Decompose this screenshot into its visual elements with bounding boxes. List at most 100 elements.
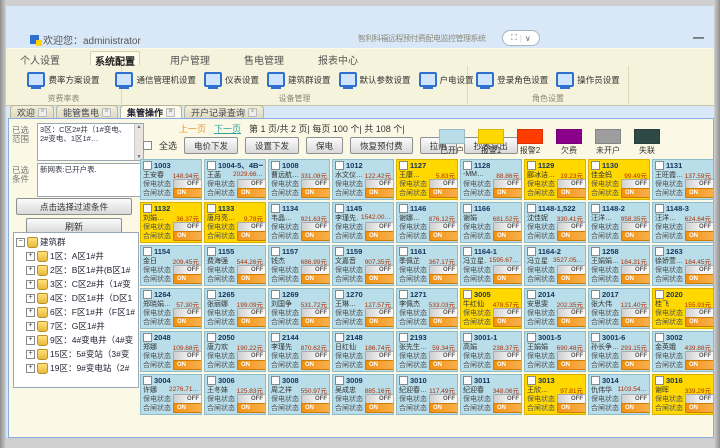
hezha-toggle[interactable]: ON [301, 274, 330, 284]
hezha-toggle[interactable]: ON [301, 231, 330, 241]
close-icon[interactable]: × [248, 108, 257, 117]
tree-root[interactable]: −建筑群 [16, 235, 138, 249]
selected-condition-listbox[interactable]: 新网表:已开户表. [37, 163, 144, 197]
ribbon-button[interactable]: 户电设置 [419, 72, 474, 87]
hezha-toggle[interactable]: ON [621, 317, 650, 327]
expand-icon[interactable]: + [26, 322, 35, 331]
hezha-toggle[interactable]: ON [173, 188, 202, 198]
doc-tab-1[interactable]: 欢迎× [10, 105, 54, 119]
ribbon-button[interactable]: 建筑群设置 [267, 72, 331, 87]
minimize-button[interactable]: — [693, 32, 704, 44]
meter-card[interactable]: 1270王琳…127.57元保电状态OFF合闸状态ON [332, 288, 394, 329]
meter-card[interactable]: 1265张丽娜199.09元保电状态OFF合闸状态ON [204, 288, 266, 329]
doc-tab-3[interactable]: 集管操作× [120, 105, 182, 119]
hezha-toggle[interactable]: ON [429, 188, 458, 198]
scrollbar[interactable]: ▲▼ [134, 124, 143, 160]
tree-item[interactable]: +3区：C区2#井（1#变 [16, 277, 138, 291]
meter-card[interactable]: 3014仇伟华1103.54…保电状态OFF合闸状态ON [588, 374, 650, 415]
hezha-toggle[interactable]: ON [493, 231, 522, 241]
meter-card[interactable]: 2148日红仙186.74元保电状态OFF合闸状态ON [332, 331, 394, 372]
hezha-toggle[interactable]: ON [621, 188, 650, 198]
tree-item[interactable]: +4区：D区1#井（D区1 [16, 291, 138, 305]
meter-card[interactable]: 3013王欣…97.81元保电状态OFF合闸状态ON [524, 374, 586, 415]
tree-item[interactable]: +9区：4#变电井（4#变 [16, 333, 138, 347]
meter-card[interactable]: 3006王冬妹125.83元保电状态OFF合闸状态ON [204, 374, 266, 415]
expand-icon[interactable]: ⛶ [511, 33, 517, 43]
tree-item[interactable]: +7区：G区1#井 [16, 319, 138, 333]
meter-card[interactable]: 1157钱杰686.99元保电状态OFF合闸状态ON [268, 245, 330, 286]
hezha-toggle[interactable]: ON [557, 360, 586, 370]
tree-item[interactable]: +6区：F区1#井（F区1# [16, 305, 138, 319]
ribbon-button[interactable]: 操作员设置 [556, 72, 620, 87]
chevron-down-icon[interactable]: ∨ [525, 34, 531, 43]
ribbon-tab-3[interactable]: 用户管理 [166, 51, 214, 65]
ribbon-tab-4[interactable]: 售电管理 [240, 51, 288, 65]
hezha-toggle[interactable]: ON [557, 231, 586, 241]
ribbon-button[interactable]: 登录角色设置 [476, 72, 548, 87]
hezha-toggle[interactable]: ON [685, 188, 714, 198]
meter-card[interactable]: 1264郑晓娟…57.30元保电状态OFF合闸状态ON [140, 288, 202, 329]
hezha-toggle[interactable]: ON [621, 403, 650, 413]
hezha-toggle[interactable]: ON [621, 360, 650, 370]
meter-card[interactable]: 1127王康…5.83元保电状态OFF合闸状态ON [396, 159, 458, 200]
hezha-toggle[interactable]: ON [365, 274, 394, 284]
ribbon-button[interactable]: 费率方案设置 [27, 72, 99, 87]
meter-card[interactable]: 1155费海强544.26元保电状态OFF合闸状态ON [204, 245, 266, 286]
ribbon-tab-1[interactable]: 个人设置 [16, 51, 64, 65]
meter-card[interactable]: 3016谢晖339.29元保电状态OFF合闸状态ON [652, 374, 714, 415]
hezha-toggle[interactable]: ON [237, 188, 266, 198]
hezha-toggle[interactable]: ON [557, 317, 586, 327]
toolbar-button-4[interactable]: 恢复预付费 [350, 137, 413, 154]
hezha-toggle[interactable]: ON [685, 231, 714, 241]
hezha-toggle[interactable]: ON [365, 403, 394, 413]
hezha-toggle[interactable]: ON [173, 231, 202, 241]
hezha-toggle[interactable]: ON [237, 403, 266, 413]
hezha-toggle[interactable]: ON [493, 317, 522, 327]
tree-item[interactable]: +15区：5#变站（3#变 [16, 347, 138, 361]
hezha-toggle[interactable]: ON [493, 188, 522, 198]
ribbon-button[interactable]: 通信管理机设置 [115, 72, 196, 87]
meter-card[interactable]: 1258王娟娟…184.31元保电状态OFF合闸状态ON [588, 245, 650, 286]
meter-card[interactable]: 1131王旺霞…137.59元保电状态OFF合闸状态ON [652, 159, 714, 200]
hezha-toggle[interactable]: ON [365, 188, 394, 198]
meter-card[interactable]: 3011纪迎春348.06元保电状态OFF合闸状态ON [460, 374, 522, 415]
select-all-checkbox[interactable] [143, 141, 152, 150]
meter-card[interactable]: 1148-3汪洋…624.64元保电状态OFF合闸状态ON [652, 202, 714, 243]
hezha-toggle[interactable]: ON [173, 274, 202, 284]
meter-card[interactable]: 1159文嘉音907.35元保电状态OFF合闸状态ON [332, 245, 394, 286]
hezha-toggle[interactable]: ON [493, 274, 522, 284]
hezha-toggle[interactable]: ON [173, 317, 202, 327]
ribbon-button[interactable]: 默认参数设置 [339, 72, 411, 87]
hezha-toggle[interactable]: ON [237, 317, 266, 327]
hezha-toggle[interactable]: ON [301, 317, 330, 327]
next-page-link[interactable]: 下一页 [214, 122, 241, 135]
hezha-toggle[interactable]: ON [365, 231, 394, 241]
hezha-toggle[interactable]: ON [429, 274, 458, 284]
meter-card[interactable]: 1134韦晶…921.63元保电状态OFF合闸状态ON [268, 202, 330, 243]
meter-card[interactable]: 1012水文仪…122.42元保电状态OFF合闸状态ON [332, 159, 394, 200]
hezha-toggle[interactable]: ON [173, 403, 202, 413]
scroll-up-icon[interactable]: ▲ [137, 124, 142, 130]
meter-card[interactable]: 1269刘国争531.72元保电状态OFF合闸状态ON [268, 288, 330, 329]
close-icon[interactable]: × [102, 108, 111, 117]
hezha-toggle[interactable]: ON [557, 188, 586, 198]
hezha-toggle[interactable]: ON [301, 360, 330, 370]
prev-page-link[interactable]: 上一页 [179, 122, 206, 135]
meter-card[interactable]: 1146谢娜…876.12元保电状态OFF合闸状态ON [396, 202, 458, 243]
hezha-toggle[interactable]: ON [237, 231, 266, 241]
meter-card[interactable]: 1129郦冰洁…19.23元保电状态OFF合闸状态ON [524, 159, 586, 200]
hezha-toggle[interactable]: ON [557, 403, 586, 413]
hezha-toggle[interactable]: ON [685, 274, 714, 284]
tree-item[interactable]: +2区：B区1#井(B区1# [16, 263, 138, 277]
hezha-toggle[interactable]: ON [365, 360, 394, 370]
toolbar-button-2[interactable]: 设置下发 [245, 137, 299, 154]
expand-icon[interactable]: + [26, 364, 35, 373]
meter-card[interactable]: 2193张先生…59.34元保电状态OFF合闸状态ON [396, 331, 458, 372]
hezha-toggle[interactable]: ON [301, 188, 330, 198]
meter-card[interactable]: 1164-1冯立星…1595.67…保电状态OFF合闸状态ON [460, 245, 522, 286]
meter-card[interactable]: 3009吴成忠885.16元保电状态OFF合闸状态ON [332, 374, 394, 415]
meter-card[interactable]: 2050唐力欢190.22元保电状态OFF合闸状态ON [204, 331, 266, 372]
hezha-toggle[interactable]: ON [557, 274, 586, 284]
meter-card[interactable]: 1130佳金蚂99.49元保电状态OFF合闸状态ON [588, 159, 650, 200]
meter-card[interactable]: 1003王安春148.94元保电状态OFF合闸状态ON [140, 159, 202, 200]
